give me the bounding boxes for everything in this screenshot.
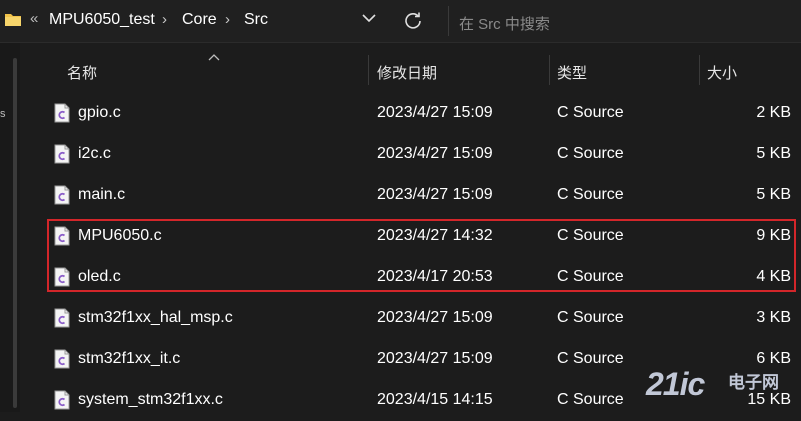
file-size: 5 KB xyxy=(756,145,791,162)
file-name: main.c xyxy=(78,186,126,203)
breadcrumb-overflow-icon[interactable]: « xyxy=(30,10,38,27)
file-row[interactable]: i2c.c 2023/4/27 15:09 C Source 5 KB xyxy=(20,134,801,175)
c-source-file-icon xyxy=(54,390,70,410)
watermark: 21ic 电子网 xyxy=(646,362,801,412)
breadcrumb-item-project[interactable]: MPU6050_test xyxy=(49,11,155,29)
c-source-file-icon xyxy=(54,144,70,164)
file-name: gpio.c xyxy=(78,104,121,121)
column-divider[interactable] xyxy=(699,55,700,85)
file-modified-date: 2023/4/27 15:09 xyxy=(377,350,493,367)
file-name: i2c.c xyxy=(78,145,111,162)
chevron-down-icon[interactable] xyxy=(362,13,376,23)
file-size: 5 KB xyxy=(756,186,791,203)
breadcrumb-separator-icon[interactable]: › xyxy=(162,11,167,28)
address-bar: « MPU6050_test › Core › Src 在 Src 中搜索 xyxy=(0,0,801,43)
column-header-size[interactable]: 大小 xyxy=(707,62,737,83)
column-header-modified[interactable]: 修改日期 xyxy=(377,62,437,83)
file-row[interactable]: stm32f1xx_hal_msp.c 2023/4/27 15:09 C Sour… xyxy=(20,298,801,339)
breadcrumb-item-core[interactable]: Core xyxy=(182,11,217,29)
file-name: stm32f1xx_hal_msp.c xyxy=(78,309,233,326)
c-source-file-icon xyxy=(54,185,70,205)
search-placeholder: 在 Src 中搜索 xyxy=(459,16,550,33)
file-modified-date: 2023/4/27 15:09 xyxy=(377,186,493,203)
column-divider[interactable] xyxy=(368,55,369,85)
file-modified-date: 2023/4/27 15:09 xyxy=(377,104,493,121)
refresh-icon[interactable] xyxy=(403,10,423,30)
column-divider[interactable] xyxy=(549,55,550,85)
watermark-text: 电子网 xyxy=(728,373,779,392)
column-header-name[interactable]: 名称 xyxy=(67,62,97,83)
folder-icon xyxy=(5,14,21,26)
file-type: C Source xyxy=(557,186,624,203)
file-modified-date: 2023/4/27 15:09 xyxy=(377,145,493,162)
c-source-file-icon xyxy=(54,103,70,123)
file-row[interactable]: main.c 2023/4/27 15:09 C Source 5 KB xyxy=(20,175,801,216)
file-type: C Source xyxy=(557,391,624,408)
breadcrumb-separator-icon[interactable]: › xyxy=(225,11,230,28)
watermark-number: 21ic xyxy=(646,366,705,402)
c-source-file-icon xyxy=(54,349,70,369)
file-type: C Source xyxy=(557,104,624,121)
file-type: C Source xyxy=(557,145,624,162)
highlight-annotation xyxy=(47,219,796,292)
file-modified-date: 2023/4/15 14:15 xyxy=(377,391,493,408)
file-modified-date: 2023/4/27 15:09 xyxy=(377,309,493,326)
file-size: 2 KB xyxy=(756,104,791,121)
file-name: system_stm32f1xx.c xyxy=(78,391,223,408)
c-source-file-icon xyxy=(54,308,70,328)
search-input[interactable]: 在 Src 中搜索 xyxy=(449,4,801,38)
file-name: stm32f1xx_it.c xyxy=(78,350,181,367)
file-type: C Source xyxy=(557,350,624,367)
navigation-pane[interactable] xyxy=(0,43,20,412)
nav-pane-label: s xyxy=(0,108,6,120)
file-row[interactable]: gpio.c 2023/4/27 15:09 C Source 2 KB xyxy=(20,93,801,134)
sort-ascending-icon xyxy=(208,54,220,61)
file-type: C Source xyxy=(557,309,624,326)
file-size: 3 KB xyxy=(756,309,791,326)
breadcrumb-item-src[interactable]: Src xyxy=(244,11,268,29)
column-header-type[interactable]: 类型 xyxy=(557,62,587,83)
nav-scrollbar[interactable] xyxy=(13,58,17,408)
